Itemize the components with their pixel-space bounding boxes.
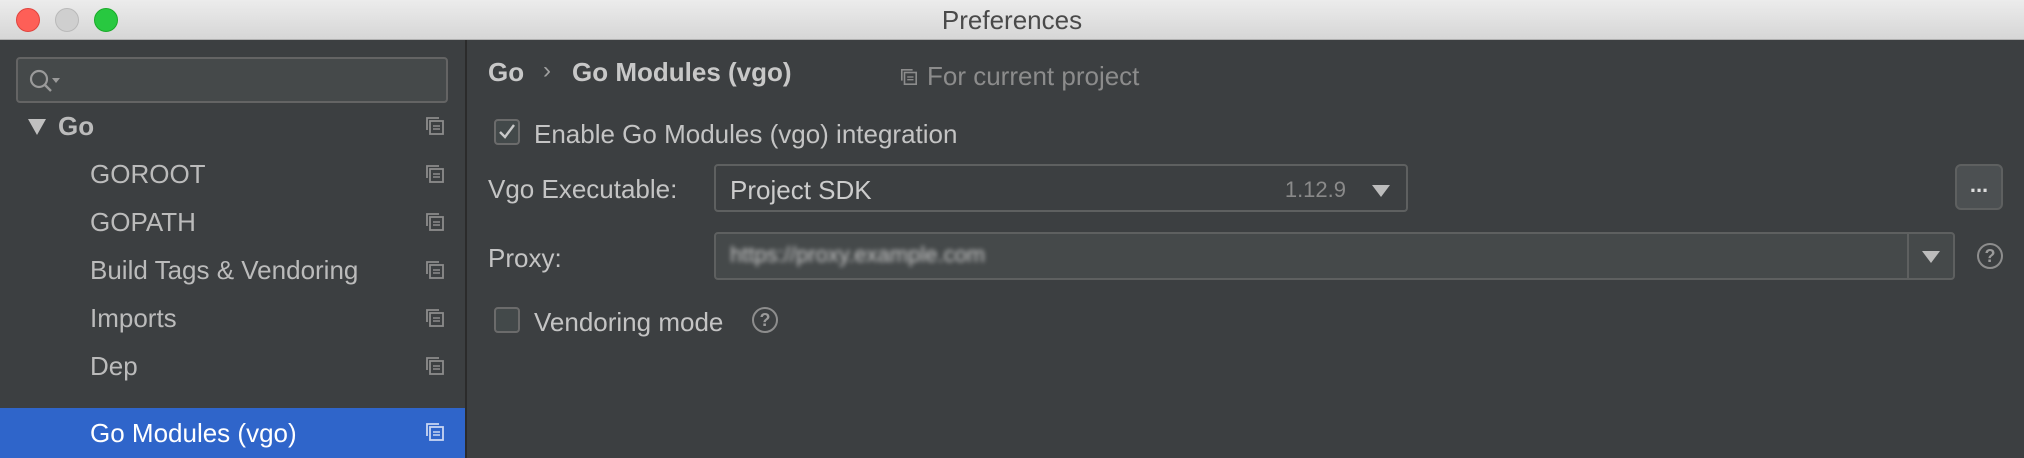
proxy-dropdown-button[interactable]: [1907, 234, 1953, 278]
proxy-help-icon[interactable]: ?: [1977, 243, 2003, 269]
title-bar: Preferences: [0, 0, 2024, 40]
enable-vgo-checkbox[interactable]: [494, 119, 520, 145]
vgo-executable-select[interactable]: Project SDK 1.12.9: [714, 164, 1408, 212]
vendoring-help-icon[interactable]: ?: [752, 307, 778, 333]
project-scope-icon: [900, 68, 918, 86]
tree-item-imports[interactable]: Imports: [0, 294, 465, 342]
project-settings-icon: [426, 213, 444, 231]
chevron-down-icon: [1372, 185, 1390, 197]
tree-item-go[interactable]: Go: [0, 102, 465, 150]
tree-item-go-modules[interactable]: Go Modules (vgo): [0, 408, 465, 458]
vgo-executable-value: Project SDK: [730, 175, 872, 205]
vendoring-mode-label[interactable]: Vendoring mode: [534, 307, 723, 338]
settings-sidebar: Go GOROOT GOPATH Build Tags & Vendoring …: [0, 40, 467, 458]
vgo-executable-label: Vgo Executable:: [488, 174, 678, 204]
tree-item-dep[interactable]: Dep: [0, 342, 465, 390]
project-settings-icon: [426, 117, 444, 135]
settings-panel: Go › Go Modules (vgo) For current projec…: [467, 40, 2024, 458]
browse-button[interactable]: ...: [1955, 164, 2003, 210]
vendoring-mode-checkbox[interactable]: [494, 307, 520, 333]
project-settings-icon: [426, 423, 444, 441]
sdk-version: 1.12.9: [1284, 177, 1346, 202]
tree-item-label: GOPATH: [90, 207, 196, 237]
proxy-label: Proxy:: [488, 243, 562, 273]
project-settings-icon: [426, 261, 444, 279]
breadcrumb-current: Go Modules (vgo): [572, 57, 792, 87]
proxy-input[interactable]: https://proxy.example.com: [714, 232, 1955, 280]
scope-label: For current project: [927, 61, 1140, 91]
project-settings-icon: [426, 309, 444, 327]
project-settings-icon: [426, 165, 444, 183]
search-icon: [29, 69, 60, 92]
tree-item-label: Build Tags & Vendoring: [90, 255, 359, 285]
tree-item-label: Imports: [90, 303, 177, 333]
tree-item-label: Go Modules (vgo): [90, 418, 297, 448]
window-title: Preferences: [941, 5, 1083, 35]
enable-vgo-label[interactable]: Enable Go Modules (vgo) integration: [534, 119, 957, 150]
tree-item-gopath[interactable]: GOPATH: [0, 198, 465, 246]
tree-item-label: Go: [58, 111, 95, 141]
breadcrumb-parent[interactable]: Go: [488, 57, 524, 88]
expand-arrow-icon[interactable]: [28, 119, 46, 135]
proxy-value: https://proxy.example.com: [730, 242, 986, 267]
tree-item-build-tags[interactable]: Build Tags & Vendoring: [0, 246, 465, 294]
chevron-down-icon: [1922, 251, 1940, 263]
tree-item-label: Dep: [90, 351, 138, 381]
checkmark-icon: [499, 124, 515, 139]
project-settings-icon: [426, 357, 444, 375]
tree-item-label: GOROOT: [90, 159, 206, 189]
settings-search-input[interactable]: [16, 57, 448, 103]
breadcrumb-separator: ›: [543, 57, 551, 84]
tree-item-goroot[interactable]: GOROOT: [0, 150, 465, 198]
